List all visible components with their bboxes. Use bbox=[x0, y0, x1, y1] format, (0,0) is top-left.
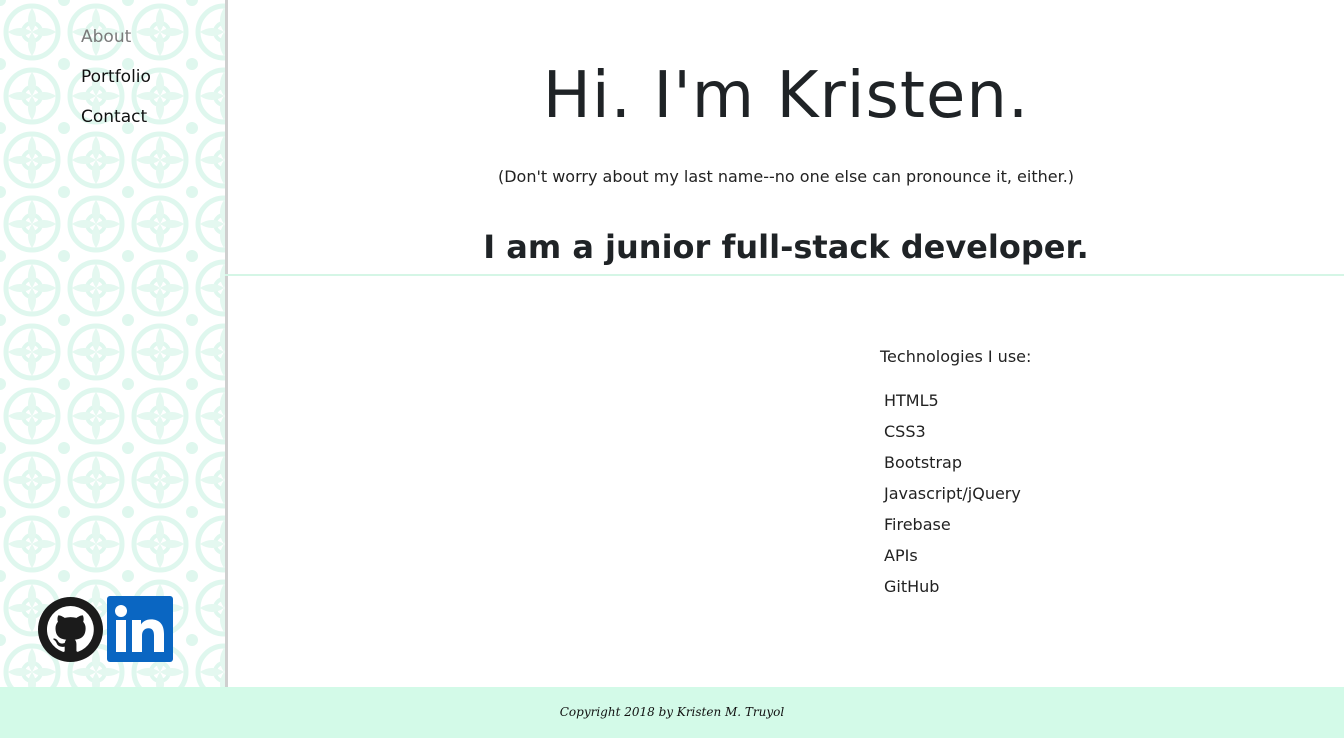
tech-item-firebase: Firebase bbox=[884, 515, 951, 534]
tech-item-apis: APIs bbox=[884, 546, 918, 565]
hero-subtitle: (Don't worry about my last name--no one … bbox=[497, 167, 1075, 186]
technologies-heading: Technologies I use: bbox=[880, 347, 1032, 366]
technologies-list: HTML5 CSS3 Bootstrap Javascript/jQuery F… bbox=[884, 390, 1021, 607]
tech-item-bootstrap: Bootstrap bbox=[884, 453, 962, 472]
nav-item-about[interactable]: About bbox=[81, 26, 151, 66]
social-links bbox=[38, 596, 173, 662]
tech-item-javascript-jquery: Javascript/jQuery bbox=[884, 484, 1021, 503]
page-title: Hi. I'm Kristen. bbox=[542, 59, 1030, 133]
nav-item-portfolio[interactable]: Portfolio bbox=[81, 66, 151, 106]
sidebar: About Portfolio Contact bbox=[0, 0, 225, 687]
sidebar-nav: About Portfolio Contact bbox=[81, 26, 151, 146]
page: About Portfolio Contact Hi. I'm Kristen.… bbox=[0, 0, 1344, 738]
tech-item-css3: CSS3 bbox=[884, 422, 926, 441]
nav-item-contact[interactable]: Contact bbox=[81, 106, 151, 146]
footer-copyright: Copyright 2018 by Kristen M. Truyol bbox=[559, 705, 785, 719]
section-divider bbox=[225, 274, 1344, 276]
tech-item-github: GitHub bbox=[884, 577, 940, 596]
tech-item-html5: HTML5 bbox=[884, 391, 939, 410]
footer: Copyright 2018 by Kristen M. Truyol bbox=[0, 687, 1344, 738]
hero-role: I am a junior full-stack developer. bbox=[483, 228, 1089, 266]
linkedin-icon[interactable] bbox=[107, 596, 173, 662]
github-icon[interactable] bbox=[38, 596, 103, 662]
